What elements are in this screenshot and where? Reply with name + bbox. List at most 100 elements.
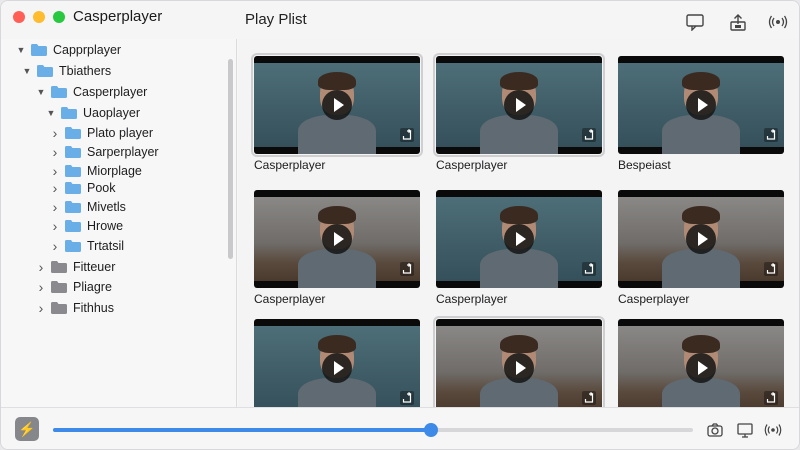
play-icon[interactable] xyxy=(686,224,716,254)
disclosure-expanded-icon[interactable]: ▼ xyxy=(35,87,47,97)
sidebar-item-label: Fithhus xyxy=(73,301,114,315)
sidebar-item-label: Mivetls xyxy=(87,200,126,214)
video-caption: Casperplayer xyxy=(436,158,508,172)
replay-icon[interactable] xyxy=(400,391,414,405)
person-hair xyxy=(318,206,356,224)
sidebar-item[interactable]: › Fitteuer xyxy=(35,258,116,276)
progress-slider[interactable] xyxy=(53,423,693,437)
play-icon[interactable] xyxy=(322,224,352,254)
sidebar-item[interactable]: ▼ Casperplayer xyxy=(35,83,148,101)
video-thumbnail[interactable] xyxy=(254,319,420,417)
replay-icon[interactable] xyxy=(400,128,414,142)
video-thumbnail[interactable] xyxy=(254,190,420,288)
disclosure-collapsed-icon[interactable]: › xyxy=(35,300,47,316)
video-caption: Casperplayer xyxy=(436,292,508,306)
progress-fill xyxy=(53,428,431,432)
video-thumbnail[interactable] xyxy=(618,56,784,154)
camera-icon[interactable] xyxy=(706,422,724,438)
sidebar-item[interactable]: › Mivetls xyxy=(49,198,126,216)
play-icon[interactable] xyxy=(322,353,352,383)
sidebar-item-label: Trtatsil xyxy=(87,239,125,253)
video-card[interactable]: Casperplayer xyxy=(433,53,605,176)
video-thumbnail[interactable] xyxy=(618,319,784,417)
video-caption: Casperplayer xyxy=(254,292,326,306)
sidebar-item[interactable]: ▼ Capprplayer xyxy=(15,41,122,59)
play-icon[interactable] xyxy=(504,90,534,120)
video-card[interactable]: Casperplayer xyxy=(436,190,602,310)
progress-knob[interactable] xyxy=(423,423,438,437)
display-icon[interactable] xyxy=(736,422,754,438)
video-card[interactable]: Bespeiast xyxy=(618,56,784,176)
replay-icon[interactable] xyxy=(764,128,778,142)
disclosure-collapsed-icon[interactable]: › xyxy=(35,259,47,275)
comment-icon[interactable] xyxy=(685,13,705,31)
replay-icon[interactable] xyxy=(582,391,596,405)
video-card[interactable]: Casperplayer xyxy=(254,190,420,310)
minimize-window-button[interactable] xyxy=(33,11,45,23)
video-thumbnail[interactable] xyxy=(251,53,423,157)
sidebar-item[interactable]: › Plato player xyxy=(49,124,153,142)
disclosure-collapsed-icon[interactable]: › xyxy=(49,180,61,196)
sidebar-item[interactable]: › Trtatsil xyxy=(49,237,124,255)
play-icon[interactable] xyxy=(504,353,534,383)
video-thumbnail[interactable] xyxy=(436,190,602,288)
sidebar-item-label: Hrowe xyxy=(87,219,124,233)
folder-icon xyxy=(31,44,47,56)
sidebar-item[interactable]: ▼ Uaoplayer xyxy=(45,104,140,122)
video-thumbnail[interactable] xyxy=(618,190,784,288)
video-caption: Bespeiast xyxy=(618,158,671,172)
play-icon[interactable] xyxy=(686,353,716,383)
title-bar: Casperplayer Play Plist xyxy=(1,1,799,39)
person-hair xyxy=(500,335,538,353)
close-window-button[interactable] xyxy=(13,11,25,23)
person-body xyxy=(298,249,376,288)
page-title: Play Plist xyxy=(245,11,307,28)
broadcast-icon[interactable] xyxy=(768,13,788,31)
sidebar-item[interactable]: ▼ Tbiathers xyxy=(21,62,112,80)
sidebar-item-label: Pook xyxy=(87,181,116,195)
sidebar-item-label: Sarperplayer xyxy=(87,145,159,159)
zoom-window-button[interactable] xyxy=(53,11,65,23)
replay-icon[interactable] xyxy=(400,262,414,276)
sidebar-item[interactable]: › Hrowe xyxy=(49,217,123,235)
folder-icon xyxy=(65,146,81,158)
disclosure-collapsed-icon[interactable]: › xyxy=(49,238,61,254)
disclosure-collapsed-icon[interactable]: › xyxy=(35,279,47,295)
replay-icon[interactable] xyxy=(764,391,778,405)
person-hair xyxy=(682,72,720,90)
disclosure-collapsed-icon[interactable]: › xyxy=(49,163,61,179)
sidebar-scrollbar[interactable] xyxy=(228,59,233,259)
disclosure-collapsed-icon[interactable]: › xyxy=(49,144,61,160)
video-card[interactable]: Casperplayer xyxy=(618,190,784,310)
video-thumbnail[interactable] xyxy=(433,316,605,420)
disclosure-collapsed-icon[interactable]: › xyxy=(49,199,61,215)
disclosure-collapsed-icon[interactable]: › xyxy=(49,125,61,141)
video-card[interactable]: Casperplayer xyxy=(251,53,423,176)
playback-bar: ⚡ xyxy=(1,407,799,449)
replay-icon[interactable] xyxy=(582,128,596,142)
play-icon[interactable] xyxy=(322,90,352,120)
replay-icon[interactable] xyxy=(582,262,596,276)
share-icon[interactable] xyxy=(728,13,748,31)
sidebar-item[interactable]: › Pliagre xyxy=(35,278,112,296)
video-thumbnail[interactable] xyxy=(433,53,605,157)
play-icon[interactable] xyxy=(686,90,716,120)
disclosure-expanded-icon[interactable]: ▼ xyxy=(45,108,57,118)
folder-icon xyxy=(65,220,81,232)
sidebar-item[interactable]: › Sarperplayer xyxy=(49,143,159,161)
sidebar-item[interactable]: › Miorplage xyxy=(49,162,142,180)
disclosure-expanded-icon[interactable]: ▼ xyxy=(21,66,33,76)
flash-icon[interactable]: ⚡ xyxy=(15,417,39,441)
sidebar-item[interactable]: › Fithhus xyxy=(35,299,114,317)
disclosure-collapsed-icon[interactable]: › xyxy=(49,218,61,234)
broadcast-icon[interactable] xyxy=(764,422,782,438)
replay-icon[interactable] xyxy=(764,262,778,276)
folder-icon xyxy=(61,107,77,119)
play-icon[interactable] xyxy=(504,224,534,254)
person-hair xyxy=(500,206,538,224)
folder-icon xyxy=(51,302,67,314)
folder-icon xyxy=(51,86,67,98)
disclosure-expanded-icon[interactable]: ▼ xyxy=(15,45,27,55)
sidebar-item[interactable]: › Pook xyxy=(49,179,116,197)
folder-icon xyxy=(51,261,67,273)
